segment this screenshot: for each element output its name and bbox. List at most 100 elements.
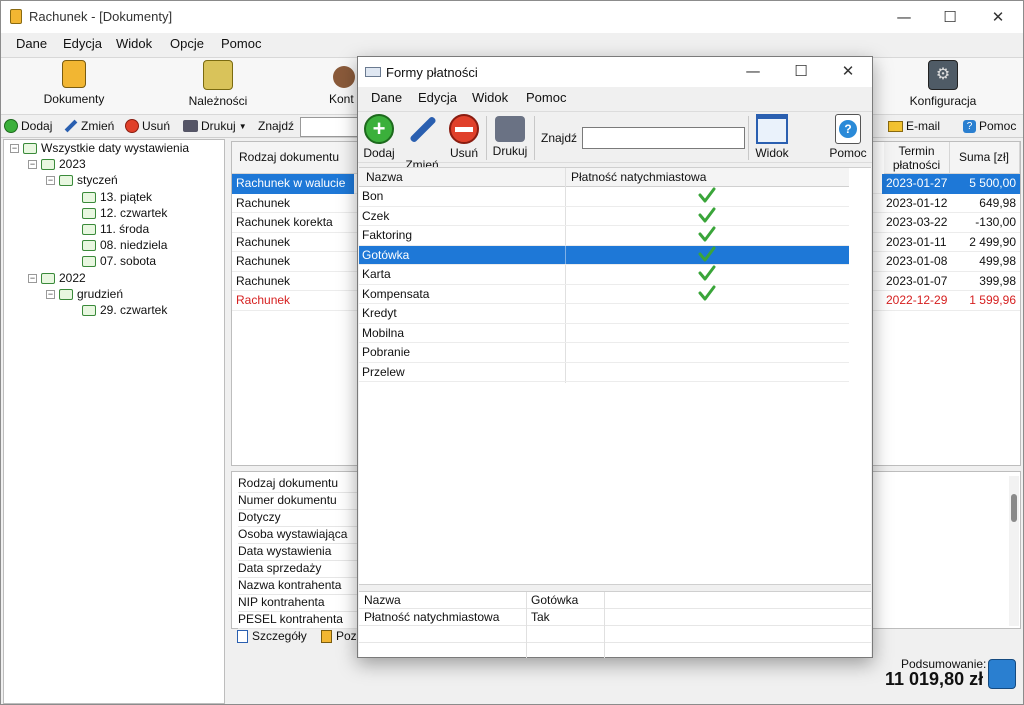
tree-node-styczen[interactable]: − styczeń: [46, 172, 118, 188]
folder-icon: [41, 158, 55, 170]
dialog-print-label: Drukuj: [492, 144, 528, 158]
tree-node-2023[interactable]: − 2023: [28, 156, 86, 172]
dialog-title-bar: Formy płatności — ☐ ✕: [358, 57, 872, 87]
column-header-name[interactable]: Nazwa: [366, 170, 403, 184]
dialog-view-button[interactable]: Widok: [752, 114, 792, 160]
column-header-instant[interactable]: Płatność natychmiastowa: [571, 170, 706, 184]
delete-button[interactable]: Usuń: [125, 119, 170, 133]
ribbon-konfiguracja-button[interactable]: ⚙ Konfiguracja: [905, 60, 981, 108]
dialog-edit-button[interactable]: Zmień: [404, 114, 440, 172]
print-label: Drukuj: [201, 119, 236, 133]
dialog-menu-edycja[interactable]: Edycja: [418, 90, 457, 105]
tab-positions-label: Poz: [336, 629, 357, 643]
column-header-type[interactable]: Rodzaj dokumentu: [232, 142, 358, 174]
payment-row[interactable]: Faktoring: [359, 226, 849, 246]
ribbon-naleznosci-button[interactable]: Należności: [183, 60, 253, 108]
payment-row[interactable]: Przelew: [359, 362, 849, 382]
tree-node-day[interactable]: 11. środa: [82, 221, 149, 237]
collapse-icon[interactable]: −: [28, 159, 37, 169]
print-button[interactable]: Drukuj ▼: [183, 119, 247, 133]
dialog-print-button[interactable]: Drukuj: [491, 114, 529, 158]
menu-pomoc[interactable]: Pomoc: [221, 36, 261, 51]
cell-type: Rachunek: [236, 234, 291, 249]
payment-name: Bon: [362, 189, 384, 203]
cell-due: 2023-01-12: [886, 195, 948, 210]
ribbon-dokumenty-button[interactable]: Dokumenty: [39, 60, 109, 106]
payment-row[interactable]: Bon: [359, 187, 849, 207]
tree-node-day[interactable]: 07. sobota: [82, 253, 156, 269]
chevron-down-icon[interactable]: ▼: [239, 122, 247, 131]
dialog-search-input[interactable]: [582, 127, 745, 149]
payment-row[interactable]: Pobranie: [359, 343, 849, 363]
check-icon: [698, 207, 716, 222]
maximize-icon[interactable]: ☐: [927, 1, 973, 33]
menu-opcje[interactable]: Opcje: [170, 36, 204, 51]
tree-node-2022[interactable]: − 2022: [28, 270, 86, 286]
payment-row[interactable]: Gotówka: [359, 245, 849, 265]
tree-node-grudzien[interactable]: − grudzień: [46, 286, 123, 302]
dialog-title: Formy płatności: [386, 65, 478, 80]
email-button[interactable]: E-mail: [888, 119, 940, 133]
dialog-minimize-icon[interactable]: —: [730, 55, 776, 87]
main-search-input[interactable]: [300, 117, 360, 137]
dialog-menu-dane[interactable]: Dane: [371, 90, 402, 105]
dialog-delete-button[interactable]: Usuń: [447, 114, 481, 160]
detail-label: Dotyczy: [238, 510, 360, 527]
collapse-icon[interactable]: −: [10, 143, 19, 153]
tab-positions[interactable]: Poz: [321, 629, 357, 643]
payment-row[interactable]: Czek: [359, 206, 849, 226]
tree-node-day[interactable]: 29. czwartek: [82, 302, 167, 318]
scrollbar[interactable]: [1009, 476, 1019, 626]
printer-icon: [183, 120, 198, 132]
cell-divider: [565, 343, 566, 362]
dialog-menu-pomoc[interactable]: Pomoc: [526, 90, 566, 105]
dialog-close-icon[interactable]: ✕: [825, 55, 871, 87]
tab-details[interactable]: Szczegóły: [237, 629, 307, 643]
scrollbar-thumb[interactable]: [1011, 494, 1017, 522]
dialog-maximize-icon[interactable]: ☐: [778, 55, 824, 87]
menu-edycja[interactable]: Edycja: [63, 36, 102, 51]
tree-node-day[interactable]: 08. niedziela: [82, 237, 167, 253]
help-button[interactable]: ? Pomoc: [963, 119, 1016, 133]
payment-row[interactable]: Kredyt: [359, 304, 849, 324]
cell-due: 2022-12-29: [886, 293, 948, 307]
folder-icon: [41, 272, 55, 284]
collapse-icon[interactable]: −: [28, 273, 37, 283]
detail-label: Nazwa kontrahenta: [238, 578, 360, 595]
payment-forms-grid: Nazwa Płatność natychmiastowa Bon Czek Fak…: [359, 167, 871, 585]
menu-dane[interactable]: Dane: [16, 36, 47, 51]
dialog-add-button[interactable]: + Dodaj: [362, 114, 396, 160]
cell-due: 2023-01-08: [886, 254, 948, 268]
dialog-menu-widok[interactable]: Widok: [472, 90, 508, 105]
add-button[interactable]: Dodaj: [4, 119, 52, 133]
tree-node-day[interactable]: 12. czwartek: [82, 205, 167, 221]
payment-row[interactable]: Kompensata: [359, 284, 849, 304]
tree-label: 08. niedziela: [100, 238, 168, 252]
tree-node-day[interactable]: 13. piątek: [82, 189, 152, 205]
cell-due: 2023-01-11: [886, 234, 947, 249]
collapse-icon[interactable]: −: [46, 175, 55, 185]
due-header-line2: płatności: [892, 158, 941, 172]
column-header-sum[interactable]: Suma [zł]: [950, 142, 1020, 174]
calculator-icon[interactable]: [988, 659, 1016, 689]
detail-row-instant: Płatność natychmiastowa Tak: [359, 609, 871, 626]
payment-row[interactable]: Mobilna: [359, 323, 849, 343]
edit-button[interactable]: Zmień: [64, 119, 114, 133]
person-icon: [333, 66, 355, 88]
cash-register-icon: [203, 60, 233, 90]
cell-due: 2023-03-22: [886, 215, 948, 229]
column-header-due[interactable]: Termin płatności: [884, 142, 950, 174]
close-icon[interactable]: ✕: [975, 1, 1021, 33]
dialog-help-button[interactable]: ? Pomoc: [828, 114, 868, 160]
cell-divider: [565, 323, 566, 342]
collapse-icon[interactable]: −: [46, 289, 55, 299]
menu-widok[interactable]: Widok: [116, 36, 152, 51]
help-label: Pomoc: [979, 119, 1017, 133]
minimize-icon[interactable]: —: [881, 1, 927, 33]
check-icon: [698, 285, 716, 300]
payment-row[interactable]: Karta: [359, 265, 849, 285]
menu-bar: Dane Edycja Widok Opcje Pomoc: [1, 33, 1023, 55]
cell-due: 2023-01-27: [882, 174, 950, 194]
tree-node-root[interactable]: − Wszystkie daty wystawienia: [10, 140, 189, 156]
ribbon-kontrahenci-button[interactable]: Kont: [329, 60, 359, 106]
